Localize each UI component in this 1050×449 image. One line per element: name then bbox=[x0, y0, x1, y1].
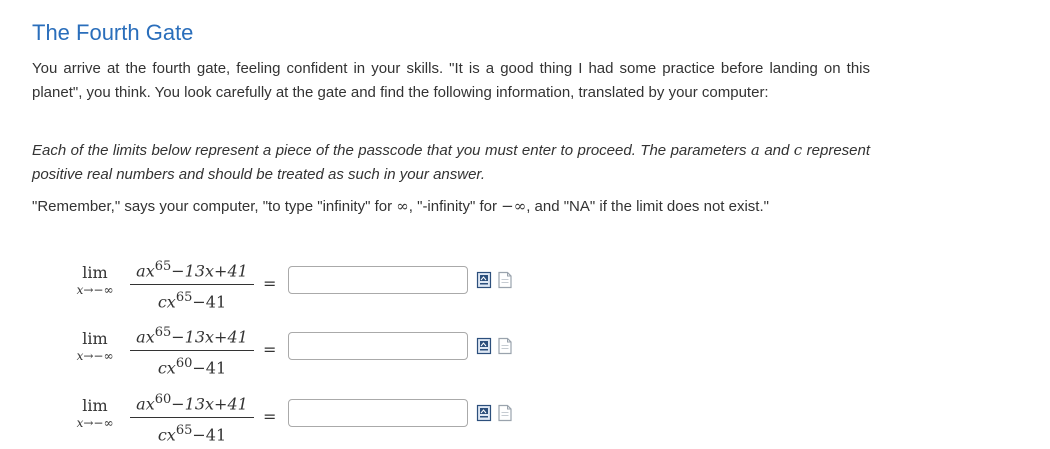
lim-word: lim bbox=[82, 263, 108, 282]
answer-input-3[interactable] bbox=[288, 399, 468, 427]
param-a: a bbox=[750, 141, 760, 159]
preview-answer-icon[interactable] bbox=[476, 337, 492, 355]
answer-help-icon[interactable] bbox=[497, 271, 513, 289]
limit-problem-2: lim x→−∞ ax65−13x+41 cx60−41 = bbox=[40, 322, 600, 382]
fraction-denominator: cx65−41 bbox=[157, 290, 227, 312]
lim-word: lim bbox=[82, 329, 108, 348]
answer-help-icon[interactable] bbox=[497, 404, 513, 422]
instructions-part-1: Each of the limits below represent a pie… bbox=[32, 142, 747, 159]
answer-help-icon[interactable] bbox=[497, 337, 513, 355]
instructions-part-2: and bbox=[764, 142, 790, 159]
answer-input-2[interactable] bbox=[288, 332, 468, 360]
problem-page: The Fourth Gate You arrive at the fourth… bbox=[0, 0, 1050, 449]
lim-subscript: x→−∞ bbox=[76, 283, 114, 297]
equals-sign: = bbox=[263, 274, 277, 293]
param-c: c bbox=[793, 141, 803, 159]
preview-answer-icon[interactable] bbox=[476, 404, 492, 422]
fraction-numerator: ax60−13x+41 bbox=[136, 392, 248, 414]
reminder-text: "Remember," says your computer, "to type… bbox=[32, 194, 870, 219]
limit-operator: lim x→−∞ bbox=[55, 264, 135, 298]
fraction-denominator: cx65−41 bbox=[157, 423, 227, 445]
fraction-denominator: cx60−41 bbox=[157, 356, 227, 378]
limit-problem-1: lim x→−∞ ax65−13x+41 cx65−41 = bbox=[40, 256, 600, 316]
lim-word: lim bbox=[82, 396, 108, 415]
limit-fraction: ax65−13x+41 cx60−41 bbox=[128, 322, 256, 380]
reminder-part-1: "Remember," says your computer, "to type… bbox=[32, 198, 393, 215]
limit-problem-3: lim x→−∞ ax60−13x+41 cx65−41 = bbox=[40, 389, 600, 449]
answer-input-1[interactable] bbox=[288, 266, 468, 294]
fraction-numerator: ax65−13x+41 bbox=[136, 325, 248, 347]
preview-answer-icon[interactable] bbox=[476, 271, 492, 289]
fraction-numerator: ax65−13x+41 bbox=[136, 259, 248, 281]
limit-fraction: ax65−13x+41 cx65−41 bbox=[128, 256, 256, 314]
limit-operator: lim x→−∞ bbox=[55, 397, 135, 431]
intro-text: You arrive at the fourth gate, feeling c… bbox=[32, 60, 870, 101]
equals-sign: = bbox=[263, 340, 277, 359]
reminder-part-2: , "-infinity" for bbox=[408, 198, 497, 215]
neg-infinity-symbol: −∞ bbox=[501, 197, 527, 215]
infinity-symbol: ∞ bbox=[396, 197, 409, 215]
lim-subscript: x→−∞ bbox=[76, 349, 114, 363]
limit-fraction: ax60−13x+41 cx65−41 bbox=[128, 389, 256, 447]
instructions-text: Each of the limits below represent a pie… bbox=[32, 138, 870, 187]
lim-subscript: x→−∞ bbox=[76, 416, 114, 430]
page-title: The Fourth Gate bbox=[32, 20, 194, 45]
equals-sign: = bbox=[263, 407, 277, 426]
reminder-part-3: , and "NA" if the limit does not exist." bbox=[526, 198, 769, 215]
limit-operator: lim x→−∞ bbox=[55, 330, 135, 364]
